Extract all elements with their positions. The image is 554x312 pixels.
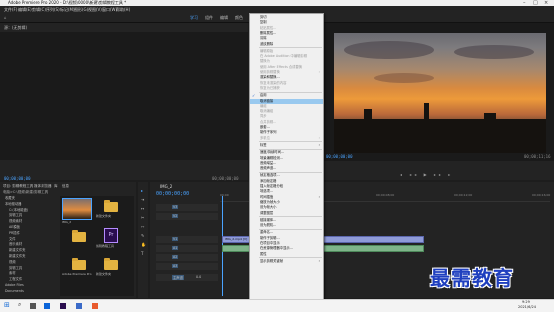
- workspace-tab[interactable]: 颜色: [235, 14, 243, 21]
- premiere-file-icon[interactable]: Pr: [104, 228, 118, 243]
- timeline-timecode[interactable]: 00;00;00;00: [156, 191, 189, 197]
- track-header: 主声道 0.0: [156, 274, 218, 281]
- folder-icon[interactable]: [104, 258, 118, 270]
- context-menu-item[interactable]: 显示剪辑关键帧 ›: [250, 259, 323, 265]
- edge-icon[interactable]: [44, 303, 50, 309]
- menu-item[interactable]: 编辑(E): [18, 6, 32, 13]
- media-item-label: Adobe Premiere Pro: [62, 272, 92, 276]
- clock-time[interactable]: 9:29: [522, 300, 530, 304]
- thumbnail-img2[interactable]: [62, 198, 92, 220]
- ruler-tick-label: 00;00;16;00: [532, 193, 551, 197]
- menu-item[interactable]: 剪辑(C): [32, 6, 46, 13]
- project-panel: 项目: 剪辑教程工具 媒体浏览器库信息 电脑>C:\视频\新建\剪辑工具 收藏夹本…: [0, 182, 136, 298]
- media-item-label: 新建文件夹: [96, 214, 112, 218]
- menu-item[interactable]: 序列(S): [46, 6, 60, 13]
- taskbar: ⊞ ⌕ 9:29 2021/6/24: [0, 299, 554, 312]
- premiere-taskbar-icon[interactable]: [60, 303, 66, 309]
- app-taskbar-icon[interactable]: [92, 303, 98, 309]
- hand-tool-icon[interactable]: ✋: [141, 242, 146, 247]
- windows-start-icon[interactable]: ⊞: [4, 301, 10, 309]
- project-panel-tab[interactable]: 项目: 剪辑教程工具: [3, 184, 33, 189]
- menu-item[interactable]: 图形(G): [74, 6, 88, 13]
- program-timecode[interactable]: 00;00;00;00: [326, 154, 353, 159]
- menu-item[interactable]: 帮助(H): [116, 6, 130, 13]
- tools-panel: ▸ ⇥ ↔ ✂ ⇿ ✎ ✋ T: [138, 182, 148, 298]
- track-header: V1: [156, 236, 218, 243]
- track-header: A3: [156, 263, 218, 270]
- type-tool-icon[interactable]: T: [141, 251, 143, 256]
- workspace-tab[interactable]: 编辑: [220, 14, 228, 21]
- slip-tool-icon[interactable]: ⇿: [141, 224, 144, 229]
- city-skyline: [334, 119, 546, 153]
- track-label[interactable]: 主声道: [172, 275, 184, 280]
- master-volume-value[interactable]: 0.0: [196, 275, 201, 279]
- timeline-tab[interactable]: IMG_2: [160, 184, 172, 189]
- project-panel-tab[interactable]: 媒体浏览器: [34, 184, 52, 189]
- watermark-logo: 最需教育: [430, 266, 514, 290]
- program-duration: 00;00;11;16: [524, 154, 551, 159]
- track-header: A1: [156, 245, 218, 252]
- folder-tree[interactable]: 收藏夹 本地驱动器 C:(本地磁盘) 剪辑工具 视频素材 AE模板 PR插件 文件 音乐素材 新建…: [0, 196, 58, 296]
- media-grid: Pr IMG_2 新建文件夹 剪辑教程工具 Adobe Premiere Pro 新建文…: [60, 196, 134, 296]
- selection-tool-icon[interactable]: ▸: [141, 188, 143, 193]
- source-viewer: [0, 32, 248, 160]
- clip-context-menu: 剪切 复制 粘贴属性... 删除属性... 清除 波纹删除 编辑原始在 Adobe Audi…: [249, 13, 324, 301]
- task-view-icon[interactable]: [30, 303, 36, 309]
- track-header: V3: [156, 204, 218, 211]
- track-label[interactable]: A1: [172, 246, 179, 250]
- menu-item[interactable]: 视图(V): [88, 6, 102, 13]
- source-duration: 00;00;00;00: [212, 176, 239, 181]
- track-label[interactable]: V3: [172, 205, 179, 209]
- menu-item[interactable]: 文件(F): [4, 6, 17, 13]
- folder-tree-item[interactable]: Documents: [5, 289, 24, 295]
- menu-bar: 文件(F) 编辑(E) 剪辑(C) 序列(S) 标记(M) 图形(G) 视图(V) 窗口(W)…: [0, 6, 554, 13]
- folder-icon[interactable]: [72, 258, 86, 270]
- ripple-edit-tool-icon[interactable]: ↔: [141, 206, 144, 211]
- source-timecode[interactable]: 00;00;00;00: [4, 176, 31, 181]
- track-header: V2: [156, 213, 218, 220]
- media-item-label: 剪辑教程工具: [96, 244, 115, 248]
- submenu-arrow-icon: ›: [318, 258, 320, 263]
- folder-icon[interactable]: [72, 230, 86, 242]
- project-panel-tab[interactable]: 库: [54, 184, 58, 189]
- media-item-label: 新建文件夹: [96, 272, 112, 276]
- program-transport-controls[interactable]: ◂ ◂◂ ▶ ▸▸ ▸: [400, 172, 500, 177]
- pen-tool-icon[interactable]: ✎: [141, 233, 144, 238]
- program-video-frame: [334, 33, 546, 153]
- workspace-tab[interactable]: 组件: [205, 14, 213, 21]
- media-item-label: IMG_2: [62, 220, 72, 224]
- ruler-tick-label: 00;00;08;00: [376, 193, 395, 197]
- track-label[interactable]: A3: [172, 264, 179, 268]
- source-monitor-tab[interactable]: 源：(无剪辑): [4, 25, 27, 31]
- context-menu-item-label: 显示剪辑关键帧: [260, 258, 284, 263]
- razor-tool-icon[interactable]: ✂: [141, 215, 144, 220]
- search-icon[interactable]: ⌕: [18, 301, 21, 309]
- track-label[interactable]: V2: [172, 214, 179, 218]
- menu-item[interactable]: 窗口(W): [102, 6, 117, 13]
- track-label[interactable]: A2: [172, 255, 179, 259]
- folder-icon[interactable]: [104, 200, 118, 212]
- ruler-tick-label: 00;00;12;00: [454, 193, 473, 197]
- project-panel-tab[interactable]: 信息: [62, 184, 69, 189]
- workspace-tab[interactable]: 学习: [190, 14, 198, 21]
- track-header: A2: [156, 254, 218, 261]
- app-taskbar-icon[interactable]: [76, 303, 82, 309]
- home-icon[interactable]: ⌂: [4, 14, 7, 21]
- source-monitor: 源：(无剪辑) 00;00;00;00 00;00;00;00 ◂ ◂◂ ▶ ▸…: [0, 23, 248, 189]
- track-select-tool-icon[interactable]: ⇥: [141, 197, 144, 202]
- track-label[interactable]: V1: [172, 237, 179, 241]
- clock-date[interactable]: 2021/6/24: [518, 305, 536, 309]
- menu-item[interactable]: 标记(M): [60, 6, 75, 13]
- project-path: 电脑>C:\视频\新建\剪辑工具: [3, 190, 49, 194]
